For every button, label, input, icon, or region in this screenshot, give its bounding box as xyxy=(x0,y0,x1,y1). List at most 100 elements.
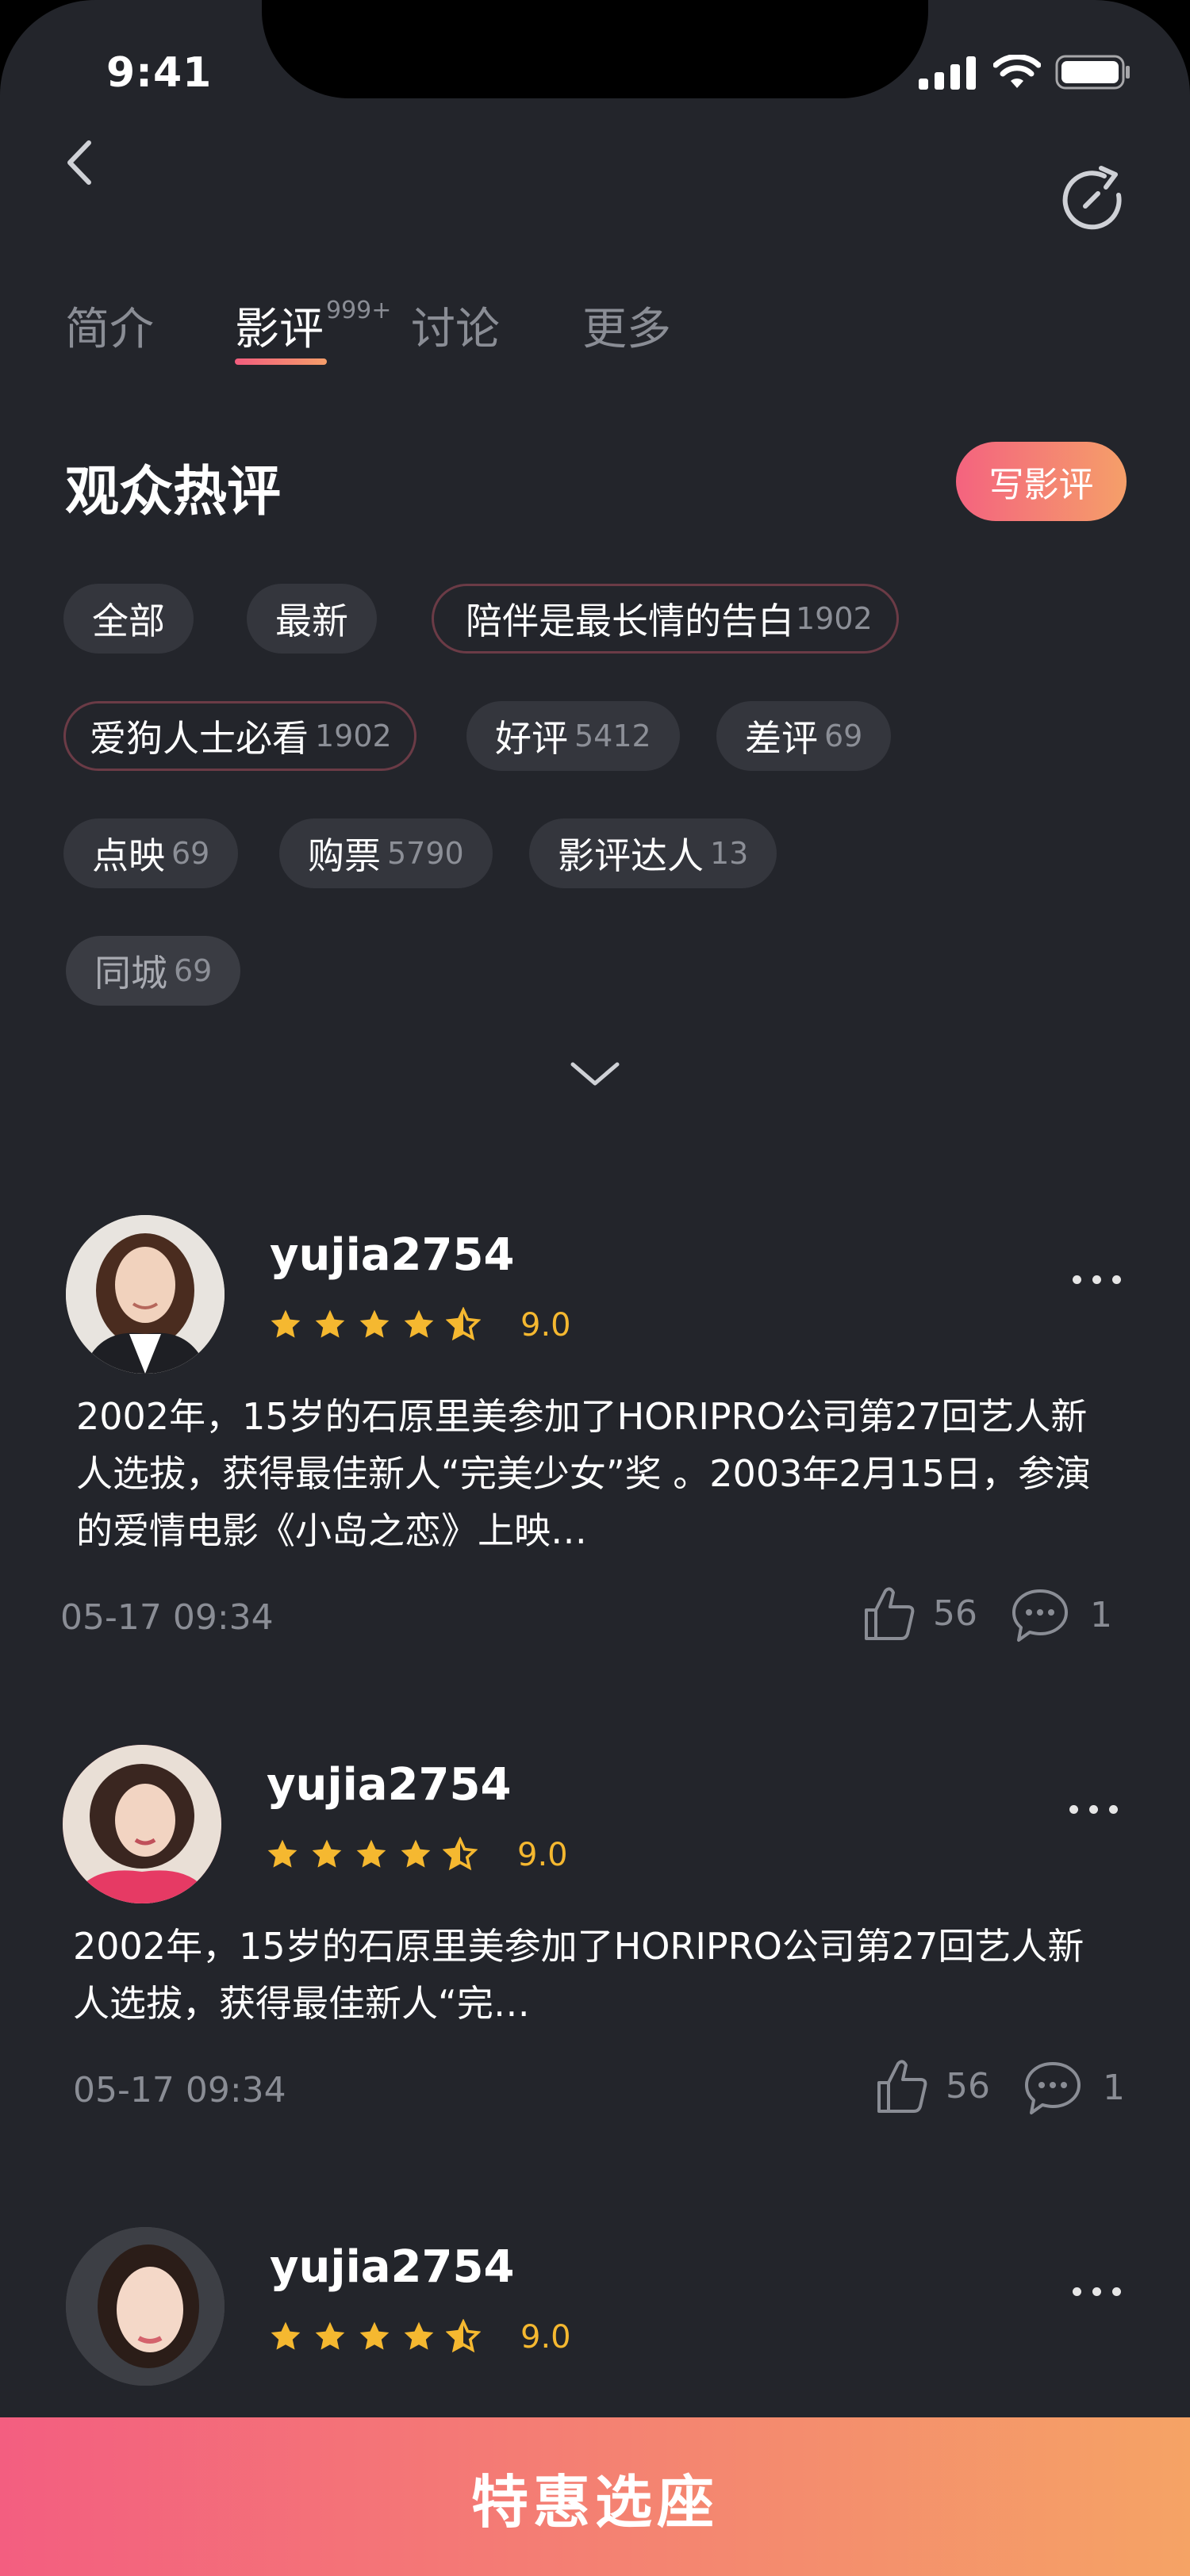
device-notch xyxy=(262,0,928,98)
tag-label: 好评 xyxy=(495,717,568,760)
tag-count: 5412 xyxy=(574,719,651,753)
tag-label: 爱狗人士必看 xyxy=(90,717,309,760)
review-username[interactable]: yujia2754 xyxy=(270,2241,514,2293)
review-text[interactable]: 2002年，15岁的石原里美参加了HORIPRO公司第27回艺人新 人选拔，获得… xyxy=(73,1918,1084,2032)
write-review-button[interactable]: 写影评 xyxy=(956,442,1127,521)
tag-label: 影评达人 xyxy=(558,834,704,877)
avatar[interactable] xyxy=(63,1745,221,1903)
avatar[interactable] xyxy=(66,1215,225,1374)
tab-reviews[interactable]: 影评 xyxy=(235,293,324,358)
tag-count: 1902 xyxy=(315,719,392,753)
star-icon xyxy=(267,1839,298,1868)
star-icon xyxy=(315,2321,345,2350)
avatar-portrait xyxy=(66,2227,225,2386)
rating-stars xyxy=(268,2319,481,2354)
comment-button[interactable]: 1 xyxy=(1009,1586,1112,1643)
filter-tag[interactable]: 购票 5790 xyxy=(279,818,493,888)
filter-tag[interactable]: 全部 xyxy=(63,584,194,654)
tab-more[interactable]: 更多 xyxy=(582,293,671,358)
tab-discussion[interactable]: 讨论 xyxy=(411,293,500,358)
star-icon xyxy=(404,1309,434,1338)
status-icons xyxy=(919,54,1131,90)
star-icon xyxy=(359,1309,390,1338)
filter-tag[interactable]: 同城 69 xyxy=(66,936,241,1006)
tag-label: 全部 xyxy=(92,600,165,642)
like-count: 56 xyxy=(946,2065,990,2106)
star-icon xyxy=(356,1839,386,1868)
wifi-icon xyxy=(993,55,1041,88)
back-arrow-icon[interactable] xyxy=(56,127,111,198)
review-line: 2002年，15岁的石原里美参加了HORIPRO公司第27回艺人新 xyxy=(76,1395,1088,1438)
tag-label: 购票 xyxy=(308,834,381,877)
rating-score: 9.0 xyxy=(520,2319,571,2356)
more-dots-icon[interactable] xyxy=(1069,1805,1118,1814)
avatar-portrait xyxy=(63,1745,221,1903)
review-username[interactable]: yujia2754 xyxy=(270,1229,514,1281)
tag-count: 13 xyxy=(710,836,749,871)
tag-count: 1902 xyxy=(796,601,873,636)
star-icon xyxy=(271,1309,301,1338)
battery-icon xyxy=(1055,55,1130,90)
filter-tag[interactable]: 影评达人 13 xyxy=(529,818,777,888)
rating-stars xyxy=(265,1837,478,1872)
filter-tag[interactable]: 好评 5412 xyxy=(466,701,680,771)
star-icon xyxy=(359,2321,390,2350)
review-time: 05-17 09:34 xyxy=(60,1597,274,1638)
tag-count: 69 xyxy=(171,836,210,871)
like-button[interactable]: 56 xyxy=(874,2057,990,2114)
refresh-icon[interactable] xyxy=(1055,162,1134,241)
tag-count: 5790 xyxy=(387,836,464,871)
tag-count: 69 xyxy=(824,719,863,753)
star-icon xyxy=(401,1839,431,1868)
tag-label: 最新 xyxy=(275,600,348,642)
tag-label: 差评 xyxy=(745,717,818,760)
tag-label: 点映 xyxy=(92,834,165,877)
avatar-portrait xyxy=(66,1215,225,1374)
filter-tag[interactable]: 爱狗人士必看 1902 xyxy=(63,701,416,771)
review-line: 人选拔，获得最佳新人“完美少女”奖 。2003年2月15日，参演 xyxy=(76,1452,1092,1495)
app-screen: 9:41 简介 影评 讨论 更多 999+ 观众热评 写影评 全部 最新 陪伴是… xyxy=(0,0,1190,2576)
review-username[interactable]: yujia2754 xyxy=(267,1759,511,1811)
filter-tag[interactable]: 最新 xyxy=(247,584,377,654)
star-icon xyxy=(312,1839,342,1868)
discount-seat-button[interactable]: 特惠选座 xyxy=(0,2417,1190,2576)
section-title: 观众热评 xyxy=(65,461,282,523)
filter-tag[interactable]: 陪伴是最长情的告白 1902 xyxy=(432,584,899,654)
avatar[interactable] xyxy=(66,2227,225,2386)
like-button[interactable]: 56 xyxy=(862,1585,977,1642)
tab-reviews-badge: 999+ xyxy=(326,297,392,324)
comment-icon xyxy=(1012,1589,1068,1642)
chevron-down-icon[interactable] xyxy=(568,1053,622,1093)
more-dots-icon[interactable] xyxy=(1073,2287,1121,2296)
rating-stars xyxy=(268,1307,481,1342)
half-star-icon xyxy=(446,2319,481,2353)
half-star-icon xyxy=(443,1837,478,1871)
tag-label: 陪伴是最长情的告白 xyxy=(466,600,794,642)
star-icon xyxy=(315,1309,345,1338)
more-dots-icon[interactable] xyxy=(1073,1275,1121,1284)
comment-button[interactable]: 1 xyxy=(1022,2059,1125,2116)
like-count: 56 xyxy=(933,1593,977,1634)
rating-score: 9.0 xyxy=(520,1307,571,1344)
star-icon xyxy=(271,2321,301,2350)
signal-icon xyxy=(919,56,976,90)
star-icon xyxy=(404,2321,434,2350)
tag-label: 同城 xyxy=(94,952,167,995)
comment-count: 1 xyxy=(1090,1594,1112,1635)
comment-icon xyxy=(1025,2062,1081,2114)
tag-count: 69 xyxy=(174,953,213,988)
review-line: 的爱情电影《小岛之恋》上映… xyxy=(76,1509,587,1552)
rating-score: 9.0 xyxy=(517,1837,568,1873)
review-time: 05-17 09:34 xyxy=(73,2070,286,2110)
status-time: 9:41 xyxy=(106,49,213,97)
thumbs-up-icon xyxy=(865,1587,915,1640)
filter-tag[interactable]: 差评 69 xyxy=(716,701,892,771)
tab-active-indicator xyxy=(235,358,327,365)
review-line: 人选拔，获得最佳新人“完… xyxy=(73,1982,530,2025)
review-line: 2002年，15岁的石原里美参加了HORIPRO公司第27回艺人新 xyxy=(73,1925,1084,1968)
review-text[interactable]: 2002年，15岁的石原里美参加了HORIPRO公司第27回艺人新 人选拔，获得… xyxy=(76,1388,1091,1559)
comment-count: 1 xyxy=(1103,2067,1125,2108)
tab-intro[interactable]: 简介 xyxy=(65,293,154,358)
thumbs-up-icon xyxy=(877,2060,927,2113)
filter-tag[interactable]: 点映 69 xyxy=(63,818,239,888)
